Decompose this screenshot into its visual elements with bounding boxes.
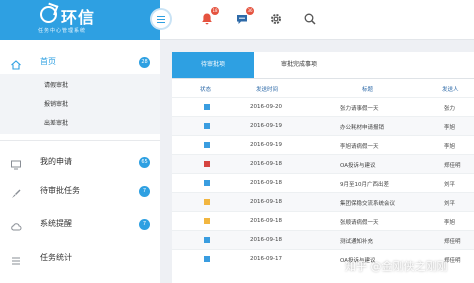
status-indicator xyxy=(204,180,210,186)
chat-badge: 36 xyxy=(246,7,254,15)
cloud-icon xyxy=(10,218,22,231)
logo-icon xyxy=(40,6,57,23)
cell-date: 2016-09-20 xyxy=(250,104,282,110)
status-indicator xyxy=(204,142,210,148)
column-header-date: 发送时间 xyxy=(256,87,279,93)
sidebar-item-label: 系统提醒 xyxy=(40,219,72,228)
sidebar-item-label: 待审批任务 xyxy=(40,186,80,195)
sidebar-subitem-trip[interactable]: 出差审批 xyxy=(44,118,68,127)
table-header: 状态 发送时间 标题 发送人 xyxy=(172,81,474,97)
column-header-title: 标题 xyxy=(362,87,374,93)
cell-date: 2016-09-18 xyxy=(250,199,282,205)
cell-title: 测试通知补充 xyxy=(340,239,374,245)
cell-date: 2016-09-18 xyxy=(250,237,282,243)
cell-title: 张顺请病假一天 xyxy=(340,220,379,226)
table-row[interactable]: 2016-09-19 办公耗材申请报销 李旭 xyxy=(172,116,474,135)
table-row[interactable]: 2016-09-18 集团保稳交流系统会议 刘平 xyxy=(172,192,474,211)
table-row[interactable]: 2016-09-18 测试通知补充 郑佳明 xyxy=(172,230,474,249)
chat-icon[interactable]: 36 xyxy=(235,7,254,25)
home-icon xyxy=(10,56,22,70)
search-icon[interactable] xyxy=(303,11,317,25)
status-indicator xyxy=(204,256,210,262)
task-panel: 待审批项 审批完成事项 状态 发送时间 标题 发送人 2016-09-20 张力请… xyxy=(172,52,474,283)
count-badge: 7 xyxy=(139,219,150,230)
tab-divider xyxy=(172,78,474,79)
count-badge: 7 xyxy=(139,186,150,197)
sidebar-item-task-stats[interactable]: 任务统计 xyxy=(0,248,160,270)
tab-completed[interactable]: 审批完成事项 xyxy=(254,52,344,78)
status-indicator xyxy=(204,104,210,110)
cell-sender: 刘平 xyxy=(444,201,456,207)
cell-date: 2016-09-18 xyxy=(250,180,282,186)
cell-sender: 李旭 xyxy=(444,220,456,226)
status-indicator xyxy=(204,218,210,224)
app-window: 环信 任务中心管理系统 18 36 首页 28 请假审批 报销审批 出差审批 我… xyxy=(0,0,474,283)
cell-title: OA投诉与建议 xyxy=(340,163,376,169)
sidebar-subitem-leave[interactable]: 请假审批 xyxy=(44,80,68,89)
table-row[interactable]: 2016-09-18 9月至10月广西出差 刘平 xyxy=(172,173,474,192)
sidebar-item-label: 我的申请 xyxy=(40,157,72,166)
bell-badge: 18 xyxy=(211,7,219,15)
brand-subtitle: 任务中心管理系统 xyxy=(38,28,87,34)
sidebar-item-my-applications[interactable]: 我的申请 65 xyxy=(0,152,160,174)
sidebar: 首页 28 请假审批 报销审批 出差审批 我的申请 65 待审批任务 7 系统提… xyxy=(0,40,160,283)
bell-icon[interactable]: 18 xyxy=(200,7,219,25)
sidebar-item-pending-tasks[interactable]: 待审批任务 7 xyxy=(0,181,160,203)
cell-date: 2016-09-19 xyxy=(250,142,282,148)
sidebar-subnav: 请假审批 报销审批 出差审批 xyxy=(0,74,160,134)
sidebar-item-label: 任务统计 xyxy=(40,253,72,262)
brand-header: 环信 任务中心管理系统 xyxy=(0,0,160,40)
logo-text: 环信 xyxy=(61,8,96,27)
gear-icon[interactable] xyxy=(269,11,283,25)
menu-toggle-button[interactable] xyxy=(152,10,170,28)
sidebar-item-home[interactable]: 首页 28 xyxy=(0,52,160,74)
column-header-status: 状态 xyxy=(200,87,212,93)
monitor-icon xyxy=(10,156,22,170)
sidebar-subitem-expense[interactable]: 报销审批 xyxy=(44,99,68,108)
list-icon xyxy=(10,252,22,265)
table-row[interactable]: 2016-09-18 张顺请病假一天 李旭 xyxy=(172,211,474,230)
tab-pending[interactable]: 待审批项 xyxy=(172,52,254,78)
cell-title: 李旭请病假一天 xyxy=(340,144,379,150)
status-indicator xyxy=(204,199,210,205)
cell-date: 2016-09-18 xyxy=(250,161,282,167)
cell-title: 办公耗材申请报销 xyxy=(340,125,385,131)
sidebar-item-system-alerts[interactable]: 系统提醒 7 xyxy=(0,214,160,236)
cell-sender: 郑佳明 xyxy=(444,163,461,169)
cell-sender: 李旭 xyxy=(444,144,456,150)
status-indicator xyxy=(204,161,210,167)
table-row[interactable]: 2016-09-18 OA投诉与建议 郑佳明 xyxy=(172,154,474,173)
cell-title: 张力请事假一天 xyxy=(340,106,379,112)
sidebar-divider xyxy=(0,140,160,141)
watermark: 知乎 @金刚侠之刚刚 xyxy=(345,260,448,273)
cell-sender: 张力 xyxy=(444,106,456,112)
sidebar-item-label: 首页 xyxy=(40,57,56,66)
brush-icon xyxy=(10,185,22,198)
cell-date: 2016-09-18 xyxy=(250,218,282,224)
cell-title: 9月至10月广西出差 xyxy=(340,182,389,188)
top-bar: 18 36 xyxy=(152,0,474,40)
cell-date: 2016-09-19 xyxy=(250,123,282,129)
cell-date: 2016-09-17 xyxy=(250,256,282,262)
column-header-sender: 发送人 xyxy=(442,87,459,93)
status-indicator xyxy=(204,123,210,129)
count-badge: 65 xyxy=(139,157,150,168)
cell-sender: 郑佳明 xyxy=(444,239,461,245)
table-row[interactable]: 2016-09-19 李旭请病假一天 李旭 xyxy=(172,135,474,154)
status-indicator xyxy=(204,237,210,243)
cell-sender: 李旭 xyxy=(444,125,456,131)
cell-sender: 刘平 xyxy=(444,182,456,188)
cell-title: 集团保稳交流系统会议 xyxy=(340,201,396,207)
table-row[interactable]: 2016-09-20 张力请事假一天 张力 xyxy=(172,97,474,116)
home-count-badge: 28 xyxy=(139,57,150,68)
